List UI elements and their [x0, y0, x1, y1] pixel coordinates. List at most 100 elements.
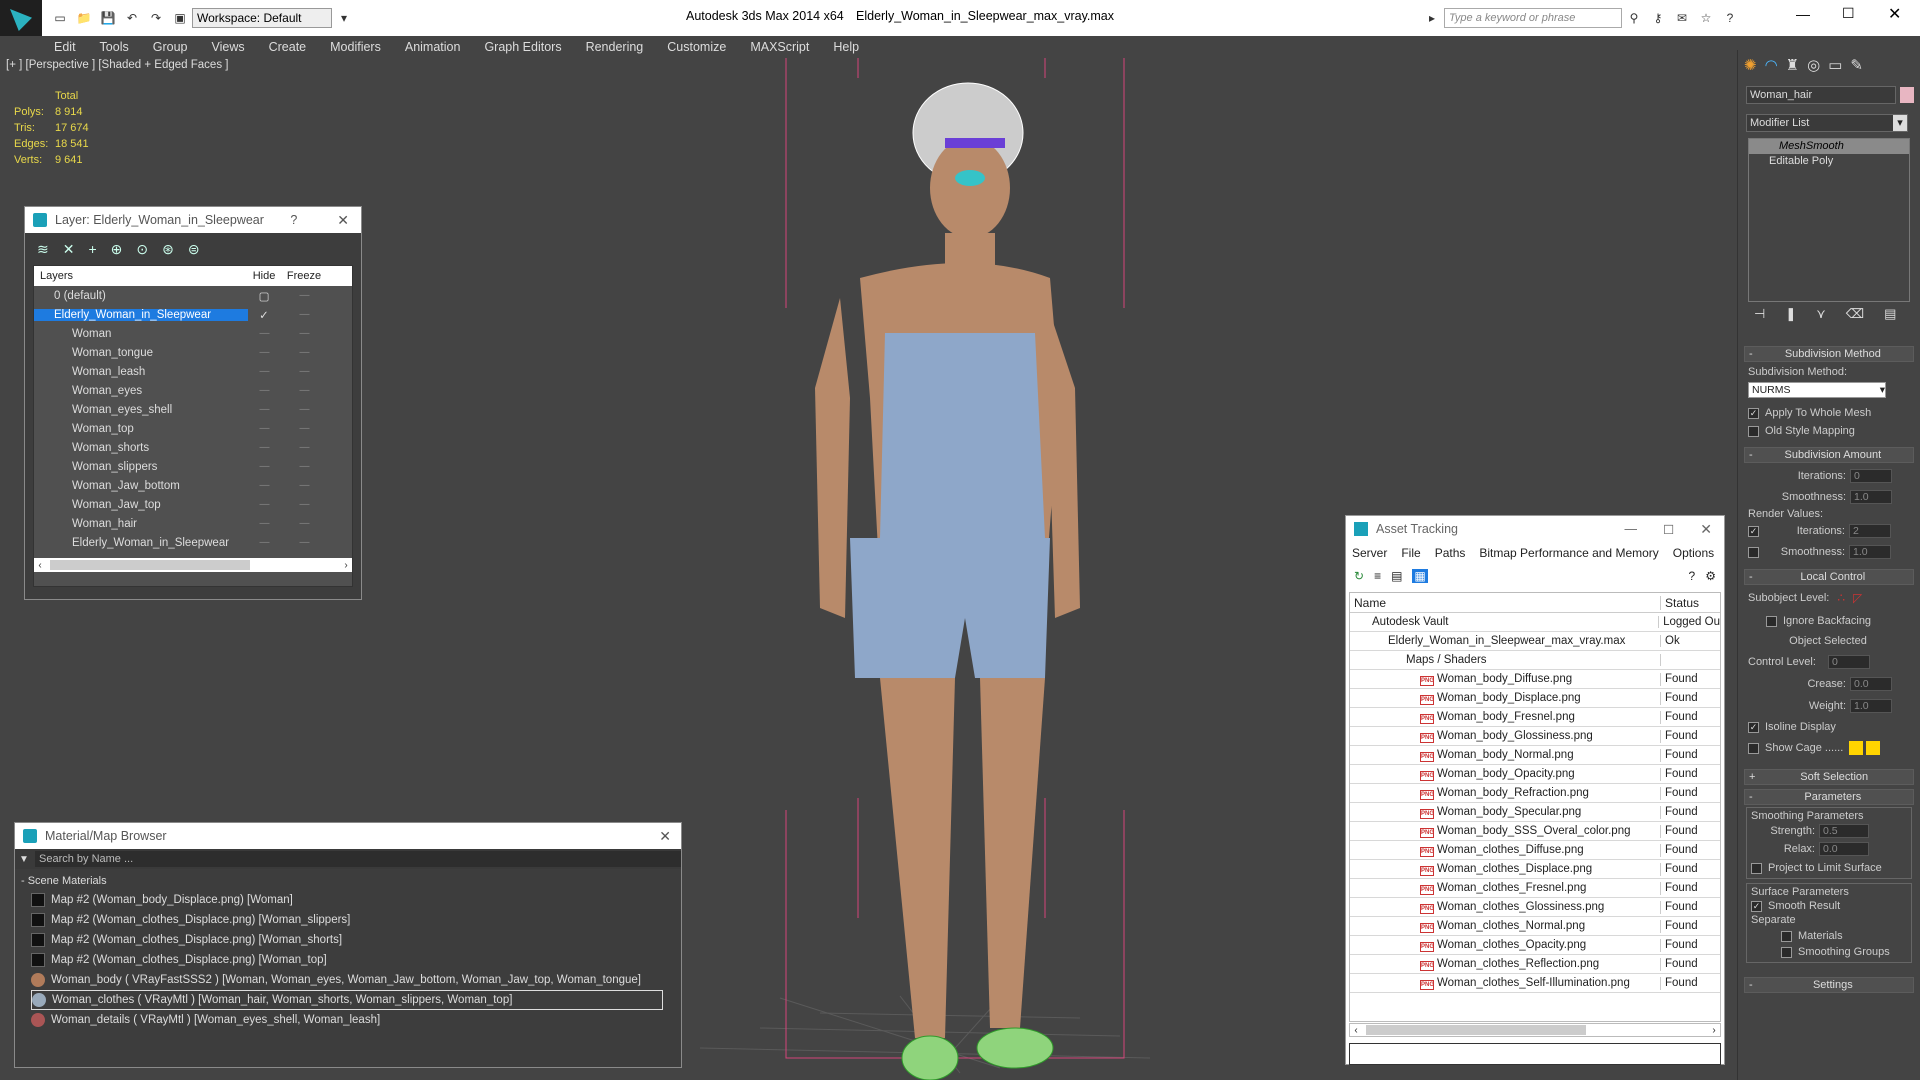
refresh-icon[interactable]: ↻: [1354, 569, 1364, 583]
object-row[interactable]: Woman_Jaw_top — —: [34, 495, 352, 514]
menu-create[interactable]: Create: [269, 40, 307, 54]
hide-toggle[interactable]: —: [248, 347, 280, 358]
freeze-toggle[interactable]: —: [280, 423, 328, 434]
close-icon[interactable]: ✕: [337, 212, 349, 229]
asset-row[interactable]: PNG Woman_clothes_Opacity.png Found: [1350, 936, 1720, 955]
chevron-down-icon[interactable]: ▾: [1880, 383, 1885, 397]
freeze-toggle[interactable]: —: [280, 461, 328, 472]
utilities-tab-icon[interactable]: ✎: [1850, 56, 1863, 74]
open-icon[interactable]: 📁: [74, 8, 94, 28]
isoline-display-checkbox[interactable]: ✓: [1748, 721, 1759, 733]
freeze-toggle[interactable]: —: [280, 480, 328, 491]
menu-rendering[interactable]: Rendering: [586, 40, 644, 54]
hide-toggle[interactable]: —: [248, 499, 280, 510]
chevron-down-icon[interactable]: ▾: [334, 8, 354, 28]
create-tab-icon[interactable]: ✺: [1744, 56, 1757, 74]
asset-row[interactable]: PNG Woman_clothes_Diffuse.png Found: [1350, 841, 1720, 860]
render-smoothness-spinner[interactable]: 1.0: [1849, 545, 1891, 559]
show-end-result-icon[interactable]: ❚: [1785, 306, 1796, 322]
chevron-right-icon[interactable]: ›: [340, 560, 352, 571]
hide-toggle[interactable]: —: [248, 537, 280, 548]
menu-tools[interactable]: Tools: [100, 40, 129, 54]
smooth-result-checkbox[interactable]: ✓: [1751, 900, 1762, 912]
key-icon[interactable]: ⚷: [1648, 8, 1668, 28]
rollout-subdivision-amount[interactable]: - Subdivision Amount: [1744, 447, 1914, 463]
asset-row[interactable]: PNG Woman_clothes_Fresnel.png Found: [1350, 879, 1720, 898]
ignore-backfacing-row[interactable]: Ignore Backfacing: [1748, 615, 1920, 627]
object-row[interactable]: Woman_slippers — —: [34, 457, 352, 476]
asset-row[interactable]: PNG Woman_body_Displace.png Found: [1350, 689, 1720, 708]
col-hide[interactable]: Hide: [248, 270, 280, 282]
object-row[interactable]: Woman — —: [34, 324, 352, 343]
asset-row[interactable]: PNG Woman_body_SSS_Overal_color.png Found: [1350, 822, 1720, 841]
freeze-toggle[interactable]: —: [280, 518, 328, 529]
list-view-icon[interactable]: ≡: [1374, 569, 1381, 583]
hide-toggle[interactable]: —: [248, 404, 280, 415]
object-row[interactable]: Woman_eyes_shell — —: [34, 400, 352, 419]
menu-animation[interactable]: Animation: [405, 40, 461, 54]
hide-toggle[interactable]: —: [248, 480, 280, 491]
col-layers[interactable]: Layers: [34, 270, 248, 282]
freeze-toggle[interactable]: —: [280, 385, 328, 396]
current-layer-icon[interactable]: ▢: [248, 289, 280, 303]
freeze-toggle[interactable]: —: [280, 366, 328, 377]
object-row[interactable]: Woman_shorts — —: [34, 438, 352, 457]
motion-tab-icon[interactable]: ◎: [1807, 56, 1820, 74]
apply-whole-mesh-row[interactable]: ✓ Apply To Whole Mesh: [1748, 407, 1920, 419]
hierarchy-tab-icon[interactable]: ♜: [1786, 56, 1799, 74]
menu-group[interactable]: Group: [153, 40, 188, 54]
asset-row[interactable]: PNG Woman_body_Opacity.png Found: [1350, 765, 1720, 784]
close-icon[interactable]: ✕: [1700, 521, 1712, 538]
minimize-icon[interactable]: —: [1796, 6, 1810, 22]
star-icon[interactable]: ☆: [1696, 8, 1716, 28]
freeze-toggle[interactable]: —: [280, 328, 328, 339]
minimize-icon[interactable]: —: [1625, 522, 1638, 536]
close-icon[interactable]: ✕: [1888, 4, 1901, 24]
project-icon[interactable]: ▣: [170, 8, 190, 28]
project-limit-checkbox[interactable]: [1751, 862, 1762, 874]
new-icon[interactable]: ▭: [50, 8, 70, 28]
isoline-display-row[interactable]: ✓ Isoline Display: [1748, 721, 1920, 733]
stack-item-editable-poly[interactable]: Editable Poly: [1749, 154, 1909, 169]
communication-icon[interactable]: ✉: [1672, 8, 1692, 28]
menu-file[interactable]: File: [1401, 546, 1420, 560]
asset-tracking-titlebar[interactable]: Asset Tracking — ☐ ✕: [1346, 516, 1724, 542]
menu-maxscript[interactable]: MAXScript: [750, 40, 809, 54]
smoothing-groups-checkbox[interactable]: [1781, 946, 1792, 958]
binoculars-icon[interactable]: ⚲: [1624, 8, 1644, 28]
close-icon[interactable]: ✕: [659, 828, 671, 845]
crease-spinner[interactable]: 0.0: [1850, 677, 1892, 691]
freeze-toggle[interactable]: —: [280, 442, 328, 453]
smoothing-groups-row[interactable]: Smoothing Groups: [1751, 946, 1907, 958]
object-row[interactable]: Elderly_Woman_in_Sleepwear — —: [34, 533, 352, 552]
remove-modifier-icon[interactable]: ⌫: [1846, 306, 1864, 322]
menu-bitmap-performance[interactable]: Bitmap Performance and Memory: [1479, 546, 1658, 560]
scene-materials-group[interactable]: - Scene Materials: [15, 873, 681, 890]
smoothness-spinner[interactable]: 1.0: [1850, 490, 1892, 504]
asset-row[interactable]: PNG Woman_body_Specular.png Found: [1350, 803, 1720, 822]
horizontal-scrollbar[interactable]: ‹ ›: [34, 558, 352, 572]
freeze-toggle[interactable]: —: [280, 290, 328, 301]
freeze-toggle[interactable]: —: [280, 404, 328, 415]
edge-level-icon[interactable]: ◸: [1853, 591, 1862, 605]
render-smoothness-checkbox[interactable]: [1748, 546, 1759, 558]
maximize-icon[interactable]: ☐: [1842, 5, 1855, 22]
freeze-toggle[interactable]: —: [280, 309, 328, 320]
menu-options[interactable]: Options: [1673, 546, 1714, 560]
object-row[interactable]: Woman_Jaw_bottom — —: [34, 476, 352, 495]
show-cage-row[interactable]: Show Cage ......: [1748, 741, 1920, 755]
hide-all-icon[interactable]: ⊜: [188, 241, 200, 258]
asset-row[interactable]: Elderly_Woman_in_Sleepwear_max_vray.max O…: [1350, 632, 1720, 651]
cage-selection-color-swatch[interactable]: [1866, 741, 1881, 755]
asset-row[interactable]: PNG Woman_body_Normal.png Found: [1350, 746, 1720, 765]
asset-horizontal-scrollbar[interactable]: ‹ ›: [1349, 1023, 1721, 1037]
object-row[interactable]: Woman_leash — —: [34, 362, 352, 381]
asset-row[interactable]: PNG Woman_clothes_Self-Illumination.png Fo…: [1350, 974, 1720, 993]
chevron-right-icon[interactable]: ›: [1708, 1025, 1720, 1036]
help-icon[interactable]: ?: [1689, 569, 1696, 583]
maximize-icon[interactable]: ☐: [1663, 522, 1674, 537]
vertex-level-icon[interactable]: ∴: [1837, 591, 1845, 605]
rollout-local-control[interactable]: - Local Control: [1744, 569, 1914, 585]
menu-server[interactable]: Server: [1352, 546, 1387, 560]
asset-row[interactable]: PNG Woman_clothes_Reflection.png Found: [1350, 955, 1720, 974]
